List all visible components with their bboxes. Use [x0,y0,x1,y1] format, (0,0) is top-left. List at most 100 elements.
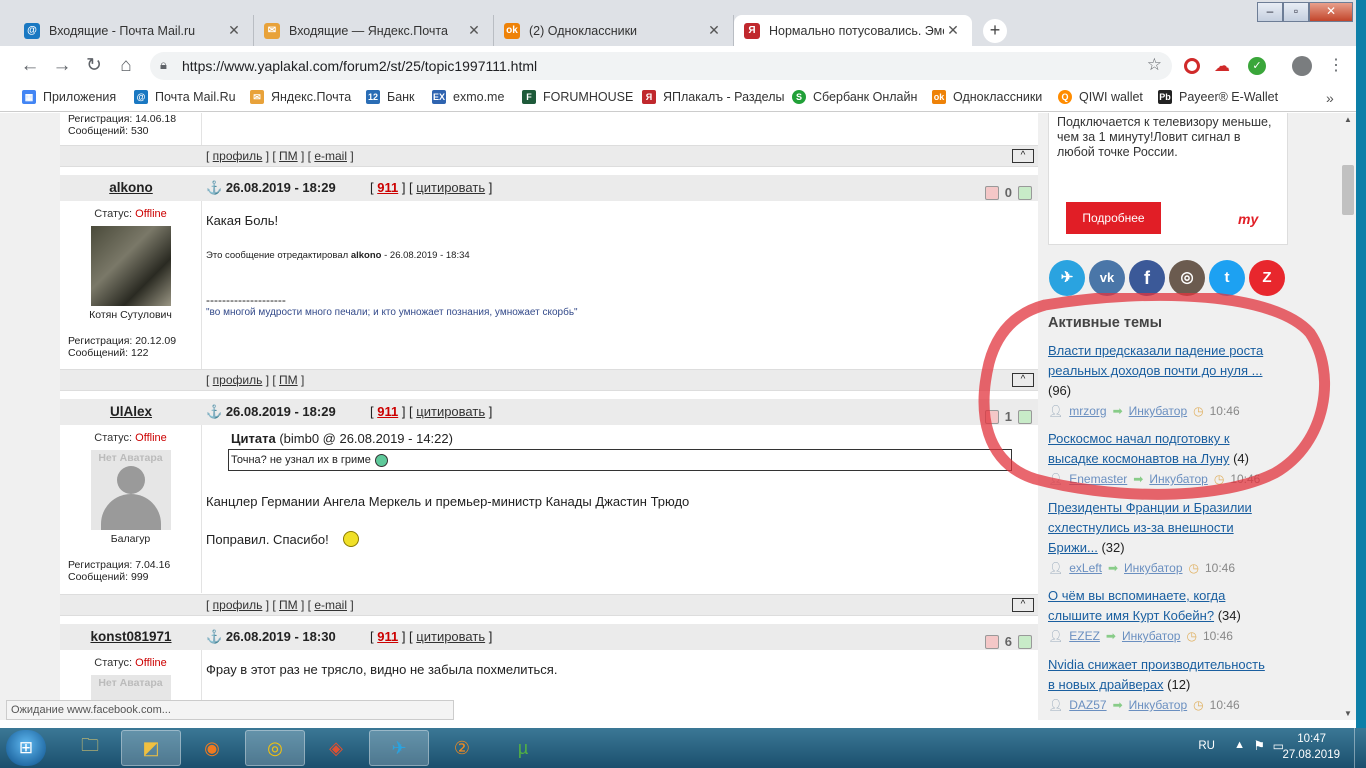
thumb-down-icon[interactable] [984,635,999,649]
tab-yandex-mail[interactable]: ✉ Входящие — Яндекс.Почта ✕ [254,15,494,46]
email-link[interactable]: e-mail [314,149,347,163]
forward-icon[interactable]: → [51,55,73,77]
twitter-icon[interactable]: t [1209,260,1245,296]
explorer-icon[interactable]: 🗀 [60,730,120,766]
topic-user[interactable]: DAZ57 [1069,698,1106,712]
start-button[interactable]: ⊞ [6,730,46,766]
pm-link[interactable]: ПМ [279,149,298,163]
bookmark-yaplakal[interactable]: Я ЯПлакалъ - Разделы [642,90,784,104]
address-bar[interactable]: 🔒︎ https://www.yaplakal.com/forum2/st/25… [150,52,1172,80]
clock-time[interactable]: 10:47 [1297,733,1326,745]
post-author[interactable]: UlAlex [60,399,202,425]
topic-link[interactable]: Nvidia снижает производительность в новых… [1048,657,1265,692]
ccleaner-icon[interactable]: ② [432,730,492,766]
new-tab-button[interactable]: + [983,19,1007,43]
scroll-up-button[interactable]: ^ [1012,149,1034,163]
firefox-icon[interactable]: ◉ [182,730,242,766]
mailru-icon: @ [134,90,148,104]
menu-icon[interactable]: ⋮ [1328,55,1344,75]
page-scrollbar[interactable]: ▲ ▼ [1340,113,1356,720]
bookmark-bank[interactable]: 12 Банк [366,90,415,104]
cloud-icon[interactable]: ☁ [1214,56,1230,76]
bookmark-mailru[interactable]: @ Почта Mail.Ru [134,90,236,104]
show-desktop-button[interactable] [1354,728,1366,768]
topic-link[interactable]: О чём вы вспоминаете, когда слышите имя К… [1048,588,1225,623]
tray-expand-icon[interactable]: ▲ [1234,739,1245,751]
profile-link[interactable]: профиль [213,373,263,387]
bookmark-apps[interactable]: ▦ Приложения [22,90,116,104]
thumb-up-icon[interactable] [1018,186,1032,200]
bookmark-yandex-mail[interactable]: ✉ Яндекс.Почта [250,90,351,104]
eye-app-icon[interactable]: ◈ [306,730,366,766]
quote-link[interactable]: цитировать [416,629,485,644]
scrollbar-thumb[interactable] [1342,165,1354,215]
bookmark-qiwi[interactable]: Q QIWI wallet [1058,90,1143,104]
utorrent-icon[interactable]: µ [493,730,553,766]
facebook-icon[interactable]: f [1129,260,1165,296]
post-rating[interactable]: 911 [377,404,398,419]
tab-odnoklassniki[interactable]: ok (2) Одноклассники ✕ [494,15,734,46]
more-bookmarks-icon[interactable]: » [1326,90,1334,106]
anchor-icon[interactable]: ⚓ [206,629,222,644]
home-icon[interactable]: ⌂ [115,55,137,77]
email-link[interactable]: e-mail [314,598,347,612]
anchor-icon[interactable]: ⚓ [206,404,222,419]
profile-link[interactable]: профиль [213,149,263,163]
anchor-icon[interactable]: ⚓ [206,180,222,195]
close-tab-icon[interactable]: ✕ [705,22,723,39]
profile-link[interactable]: профиль [213,598,263,612]
exmo-icon: EX [432,90,446,104]
scroll-up-button[interactable]: ^ [1012,598,1034,612]
post-rating[interactable]: 911 [377,629,398,644]
pm-link[interactable]: ПМ [279,598,298,612]
topic-section[interactable]: Инкубатор [1122,629,1181,643]
zen-icon[interactable]: Z [1249,260,1285,296]
clock-date[interactable]: 27.08.2019 [1282,749,1340,761]
profile-avatar[interactable] [1292,56,1312,76]
topic-user[interactable]: EZEZ [1069,629,1100,643]
topic-section[interactable]: Инкубатор [1124,561,1183,575]
url-text[interactable]: https://www.yaplakal.com/forum2/st/25/to… [182,58,537,74]
maximize-button[interactable]: ▫ [1283,2,1309,22]
star-icon[interactable]: ☆ [1147,55,1162,75]
post-author[interactable]: konst081971 [60,624,202,650]
telegram-icon[interactable]: ✈ [1049,260,1085,296]
quote-link[interactable]: цитировать [416,180,485,195]
close-tab-icon[interactable]: ✕ [225,22,243,39]
topic-section[interactable]: Инкубатор [1129,698,1188,712]
language-indicator[interactable]: RU [1198,740,1215,752]
post-footer: [ профиль ] [ ПМ ] [ e-mail ] ^ [60,594,1038,616]
bookmark-forumhouse[interactable]: F FORUMHOUSE [522,90,633,104]
tab-yaplakal[interactable]: Я Нормально потусовались. Эмоц ✕ [734,15,972,46]
flag-icon[interactable]: ⚑ [1253,738,1265,754]
bookmark-sberbank[interactable]: S Сбербанк Онлайн [792,90,917,104]
instagram-icon[interactable]: ◎ [1169,260,1205,296]
reload-icon[interactable]: ↻ [83,55,105,77]
vk-icon[interactable]: vk [1089,260,1125,296]
tab-mailru[interactable]: @ Входящие - Почта Mail.ru ✕ [14,15,254,46]
bookmark-payeer[interactable]: Pb Payeer® E-Wallet [1158,90,1278,104]
topic-user[interactable]: exLeft [1069,561,1102,575]
scroll-down-arrow[interactable]: ▼ [1344,709,1352,718]
post-rating[interactable]: 911 [377,180,398,195]
thumb-up-icon[interactable] [1018,635,1032,649]
quote-link[interactable]: цитировать [416,404,485,419]
close-tab-icon[interactable]: ✕ [944,22,962,39]
thumb-down-icon[interactable] [984,186,999,200]
bookmark-exmo[interactable]: EX exmo.me [432,90,504,104]
ad-more-button[interactable]: Подробнее [1066,202,1161,234]
paint-app-icon[interactable]: ◩ [121,730,181,766]
chrome-icon[interactable]: ◎ [245,730,305,766]
scroll-up-arrow[interactable]: ▲ [1344,115,1352,124]
close-window-button[interactable]: ✕ [1309,2,1353,22]
post-date: 26.08.2019 - 18:29 [225,180,336,195]
extension-green-icon[interactable]: ✓ [1248,57,1266,75]
extension-red-icon[interactable] [1184,58,1200,74]
telegram-app-icon[interactable]: ✈ [369,730,429,766]
post-author[interactable]: alkono [60,175,202,201]
back-icon[interactable]: ← [19,55,41,77]
pm-link[interactable]: ПМ [279,373,298,387]
minimize-button[interactable]: – [1257,2,1283,22]
close-tab-icon[interactable]: ✕ [465,22,483,39]
bookmark-odnoklassniki[interactable]: ok Одноклассники [932,90,1042,104]
